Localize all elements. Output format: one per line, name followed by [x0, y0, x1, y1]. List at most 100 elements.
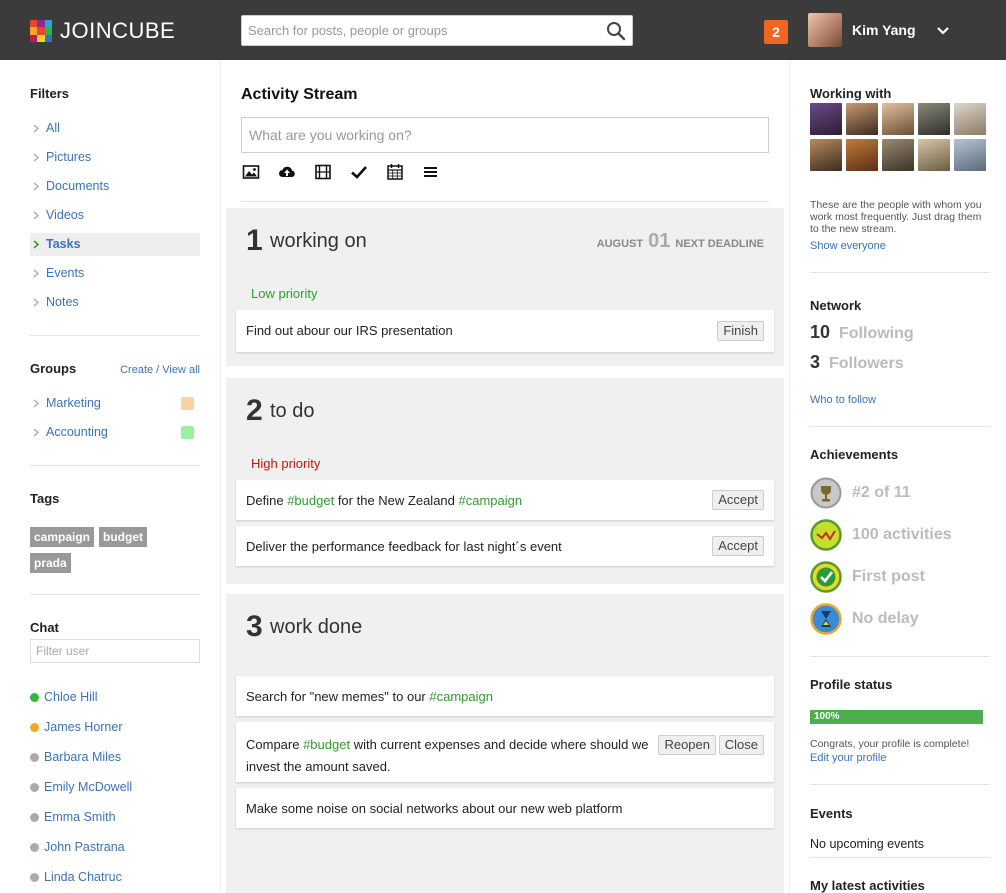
- compose-toolbar: [242, 163, 440, 181]
- group-item-accounting[interactable]: Accounting: [30, 421, 200, 444]
- chat-user[interactable]: John Pastrana: [30, 832, 132, 862]
- chat-user[interactable]: Linda Chatruc: [30, 862, 132, 892]
- coworker-avatar[interactable]: [810, 103, 842, 135]
- task-text: Find out abour our IRS presentation: [246, 323, 453, 338]
- deadline-label: NEXT DEADLINE: [675, 238, 764, 250]
- chevron-right-icon: [33, 240, 40, 249]
- tag-prada[interactable]: prada: [30, 553, 71, 573]
- accept-button[interactable]: Accept: [712, 490, 764, 510]
- tag-cloud: campaign budget prada: [30, 527, 180, 579]
- chevron-right-icon: [33, 399, 39, 408]
- compose-input[interactable]: [241, 117, 769, 153]
- chat-user-name[interactable]: Emily McDowell: [44, 772, 132, 802]
- chat-user[interactable]: Emily McDowell: [30, 772, 132, 802]
- following-stat[interactable]: 10 Following: [810, 322, 914, 343]
- filter-videos[interactable]: Videos: [30, 204, 200, 227]
- hashtag-campaign[interactable]: #campaign: [429, 689, 493, 704]
- filter-all[interactable]: All: [30, 117, 200, 140]
- tag-campaign[interactable]: campaign: [30, 527, 95, 547]
- chat-user-name[interactable]: Emma Smith: [44, 802, 116, 832]
- coworker-avatar[interactable]: [882, 139, 914, 171]
- chat-user[interactable]: Emma Smith: [30, 802, 132, 832]
- filter-list: All Pictures Documents Videos Tasks Even…: [30, 117, 200, 320]
- coworker-avatar[interactable]: [918, 139, 950, 171]
- finish-button[interactable]: Finish: [717, 321, 764, 341]
- filter-events[interactable]: Events: [30, 262, 200, 285]
- hashtag-budget[interactable]: #budget: [287, 493, 334, 508]
- show-everyone-link[interactable]: Show everyone: [810, 240, 886, 252]
- chat-user-name[interactable]: Barbara Miles: [44, 742, 121, 772]
- reopen-button[interactable]: Reopen: [658, 735, 716, 755]
- accept-button[interactable]: Accept: [712, 536, 764, 556]
- filter-label[interactable]: Notes: [46, 295, 79, 309]
- hashtag-budget[interactable]: #budget: [303, 737, 350, 752]
- close-button[interactable]: Close: [718, 735, 764, 755]
- group-label[interactable]: Marketing: [46, 396, 101, 410]
- filter-label[interactable]: Documents: [46, 179, 109, 193]
- coworker-avatar[interactable]: [954, 139, 986, 171]
- filter-pictures[interactable]: Pictures: [30, 146, 200, 169]
- group-label[interactable]: Accounting: [46, 425, 108, 439]
- create-view-all-link[interactable]: Create / View all: [120, 364, 200, 376]
- calendar-icon[interactable]: [386, 163, 404, 181]
- chat-filter-input[interactable]: [30, 639, 200, 663]
- task-item[interactable]: Define #budget for the New Zealand #camp…: [236, 480, 774, 520]
- coworker-avatar[interactable]: [954, 103, 986, 135]
- task-item[interactable]: Deliver the performance feedback for las…: [236, 526, 774, 566]
- task-item[interactable]: Search for "new memes" to our #campaign: [236, 676, 774, 716]
- search-icon[interactable]: [606, 21, 626, 41]
- status-dot: [30, 722, 39, 732]
- image-icon[interactable]: [242, 163, 260, 181]
- chat-user[interactable]: Chloe Hill: [30, 682, 132, 712]
- task-item[interactable]: Make some noise on social networks about…: [236, 788, 774, 828]
- groups-header: Groups Create / View all: [30, 361, 200, 376]
- filter-documents[interactable]: Documents: [30, 175, 200, 198]
- tag-budget[interactable]: budget: [99, 527, 148, 547]
- group-item-marketing[interactable]: Marketing: [30, 392, 200, 415]
- video-icon[interactable]: [314, 163, 332, 181]
- filter-label[interactable]: Events: [46, 266, 84, 280]
- chevron-down-icon[interactable]: [936, 24, 950, 38]
- coworker-avatar[interactable]: [882, 103, 914, 135]
- edit-profile-link[interactable]: Edit your profile: [810, 752, 886, 764]
- section-label: to do: [270, 400, 315, 422]
- latest-activities-title: My latest activities: [810, 878, 925, 893]
- search-input[interactable]: [242, 16, 592, 45]
- filter-label[interactable]: Tasks: [46, 237, 81, 251]
- cloud-upload-icon[interactable]: [278, 163, 296, 181]
- followers-label: Followers: [829, 355, 904, 372]
- coworker-avatar[interactable]: [846, 139, 878, 171]
- check-icon[interactable]: [350, 163, 368, 181]
- divider: [810, 426, 990, 427]
- logo[interactable]: JOINCUBE: [30, 18, 175, 44]
- list-icon[interactable]: [422, 163, 440, 181]
- task-text: Search for "new memes" to our #campaign: [246, 689, 493, 704]
- activity-icon: [810, 519, 842, 551]
- task-text: Define #budget for the New Zealand #camp…: [246, 493, 523, 508]
- task-item[interactable]: Compare #budget with current expenses an…: [236, 722, 774, 782]
- notification-badge[interactable]: 2: [764, 20, 788, 44]
- chat-user[interactable]: James Horner: [30, 712, 132, 742]
- user-avatar[interactable]: [808, 13, 842, 47]
- chat-user[interactable]: Barbara Miles: [30, 742, 132, 772]
- chat-user-name[interactable]: James Horner: [44, 712, 123, 742]
- coworker-avatar[interactable]: [810, 139, 842, 171]
- coworker-grid: [810, 103, 986, 171]
- hashtag-campaign[interactable]: #campaign: [459, 493, 523, 508]
- chevron-right-icon: [33, 428, 39, 437]
- coworker-avatar[interactable]: [846, 103, 878, 135]
- filter-notes[interactable]: Notes: [30, 291, 200, 314]
- filter-label[interactable]: Pictures: [46, 150, 91, 164]
- filter-tasks[interactable]: Tasks: [30, 233, 200, 256]
- chat-user-name[interactable]: Linda Chatruc: [44, 862, 122, 892]
- user-name[interactable]: Kim Yang: [852, 22, 916, 38]
- who-to-follow-link[interactable]: Who to follow: [810, 394, 876, 406]
- status-dot: [30, 752, 39, 762]
- followers-stat[interactable]: 3 Followers: [810, 352, 904, 373]
- filter-label[interactable]: All: [46, 121, 60, 135]
- task-item[interactable]: Find out abour our IRS presentation Fini…: [236, 310, 774, 352]
- chat-user-name[interactable]: Chloe Hill: [44, 682, 98, 712]
- coworker-avatar[interactable]: [918, 103, 950, 135]
- filter-label[interactable]: Videos: [46, 208, 84, 222]
- chat-user-name[interactable]: John Pastrana: [44, 832, 125, 862]
